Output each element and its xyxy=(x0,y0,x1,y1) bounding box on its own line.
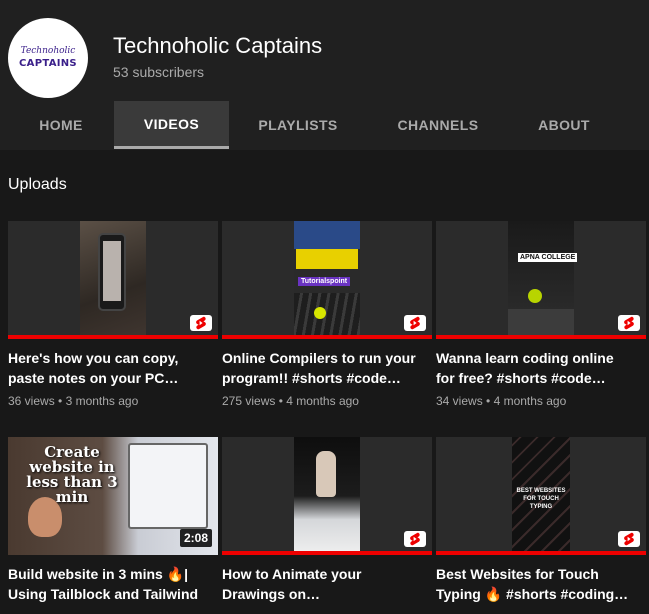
tab-channels[interactable]: CHANNELS xyxy=(367,101,509,149)
shorts-icon xyxy=(190,315,212,331)
watch-progress-bar xyxy=(436,551,646,555)
video-meta: 275 views • 4 months ago xyxy=(222,394,359,408)
view-count: 275 views xyxy=(222,394,276,408)
channel-header: Technoholic CAPTAINS Technoholic Captain… xyxy=(0,0,649,150)
video-card[interactable]: Tutorialspoint Online Compilers to run y… xyxy=(222,221,432,408)
video-card[interactable]: Create website in less than 3 min 2:08 B… xyxy=(8,437,218,604)
thumbnail-caption: Tutorialspoint xyxy=(298,277,351,286)
shorts-icon xyxy=(618,531,640,547)
avatar-logo-script: Technoholic xyxy=(20,46,76,56)
video-title[interactable]: How to Animate your Drawings on… xyxy=(222,564,422,604)
video-card[interactable]: BEST WEBSITES FOR TOUCH TYPING Best Webs… xyxy=(436,437,646,604)
video-card[interactable]: Here's how you can copy, paste notes on … xyxy=(8,221,218,408)
video-title[interactable]: Build website in 3 mins 🔥| Using Tailblo… xyxy=(8,564,208,604)
video-thumbnail[interactable] xyxy=(222,437,432,555)
thumbnail-image xyxy=(294,437,360,555)
video-thumbnail[interactable]: Tutorialspoint xyxy=(222,221,432,339)
video-thumbnail[interactable] xyxy=(8,221,218,339)
thumbnail-caption: BEST WEBSITES FOR TOUCH TYPING xyxy=(516,488,566,510)
video-thumbnail[interactable]: BEST WEBSITES FOR TOUCH TYPING xyxy=(436,437,646,555)
video-meta: 34 views • 4 months ago xyxy=(436,394,567,408)
shorts-icon xyxy=(404,315,426,331)
thumbnail-image: Tutorialspoint xyxy=(294,221,360,339)
video-title[interactable]: Online Compilers to run your program!! #… xyxy=(222,348,422,388)
video-thumbnail[interactable]: Create website in less than 3 min 2:08 xyxy=(8,437,218,555)
video-card[interactable]: APNA COLLEGE Wanna learn coding online f… xyxy=(436,221,646,408)
shorts-icon xyxy=(618,315,640,331)
section-title: Uploads xyxy=(8,176,67,193)
upload-age: 4 months ago xyxy=(493,394,567,408)
thumbnail-caption: APNA COLLEGE xyxy=(518,253,578,262)
channel-name: Technoholic Captains xyxy=(113,33,323,58)
view-count: 34 views xyxy=(436,394,483,408)
thumbnail-image: APNA COLLEGE xyxy=(508,221,578,339)
watch-progress-bar xyxy=(8,335,218,339)
video-title[interactable]: Wanna learn coding online for free? #sho… xyxy=(436,348,636,388)
thumbnail-caption: Create website in less than 3 min xyxy=(26,443,118,506)
view-count: 36 views xyxy=(8,394,55,408)
watch-progress-bar xyxy=(222,335,432,339)
channel-tabs: HOME VIDEOS PLAYLISTS CHANNELS ABOUT xyxy=(0,101,649,149)
tab-home[interactable]: HOME xyxy=(8,101,114,149)
subscriber-count: 53 subscribers xyxy=(113,64,205,80)
tab-about[interactable]: ABOUT xyxy=(509,101,619,149)
video-thumbnail[interactable]: APNA COLLEGE xyxy=(436,221,646,339)
upload-age: 4 months ago xyxy=(286,394,359,408)
channel-avatar[interactable]: Technoholic CAPTAINS xyxy=(8,18,88,98)
watch-progress-bar xyxy=(222,551,432,555)
tab-playlists[interactable]: PLAYLISTS xyxy=(229,101,367,149)
video-meta: 36 views • 3 months ago xyxy=(8,394,139,408)
tab-videos[interactable]: VIDEOS xyxy=(114,101,229,149)
thumbnail-image xyxy=(80,221,146,339)
video-title[interactable]: Here's how you can copy, paste notes on … xyxy=(8,348,208,388)
avatar-logo-brand: CAPTAINS xyxy=(19,58,77,69)
watch-progress-bar xyxy=(436,335,646,339)
thumbnail-image: BEST WEBSITES FOR TOUCH TYPING xyxy=(512,437,570,555)
shorts-icon xyxy=(404,531,426,547)
video-title[interactable]: Best Websites for Touch Typing 🔥 #shorts… xyxy=(436,564,636,604)
upload-age: 3 months ago xyxy=(65,394,139,408)
video-duration: 2:08 xyxy=(179,529,212,547)
video-card[interactable]: How to Animate your Drawings on… xyxy=(222,437,432,604)
